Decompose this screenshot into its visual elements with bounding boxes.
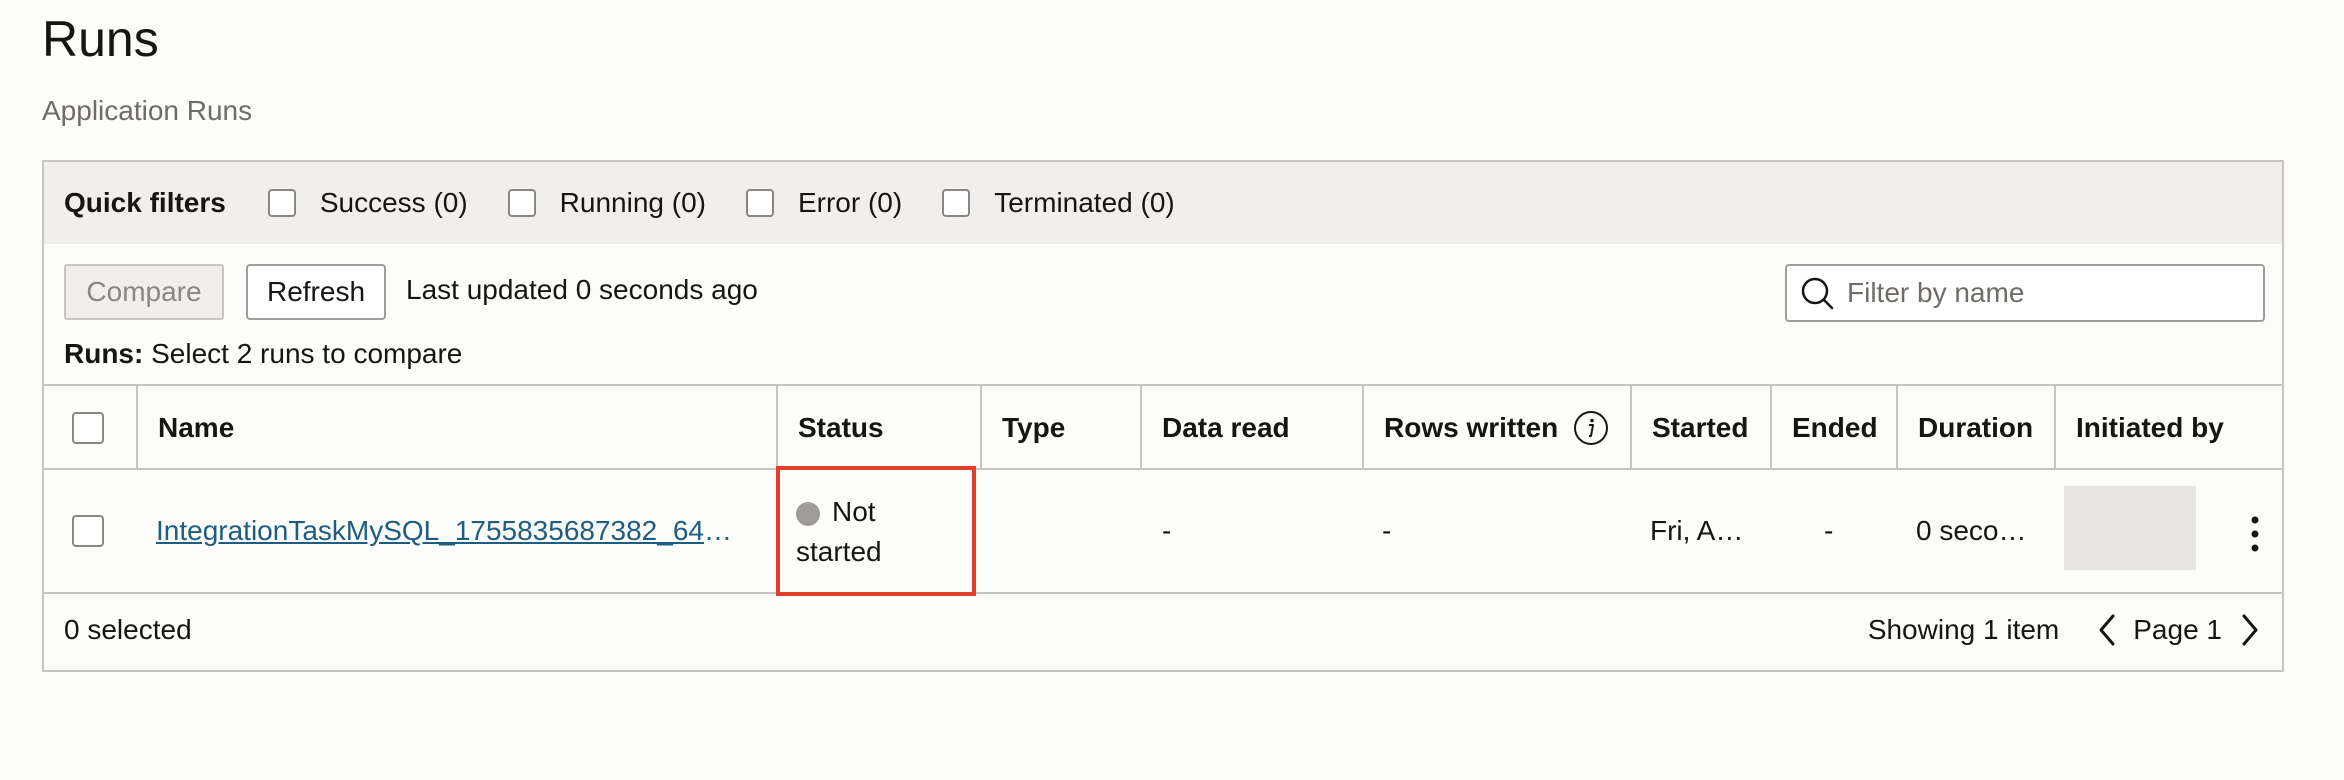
column-header-ended-label: Ended [1792, 412, 1878, 443]
runs-panel: Quick filters Success (0) Running (0) Er… [42, 160, 2284, 672]
pagination: Showing 1 item Page 1 [1868, 608, 2262, 652]
column-header-status[interactable]: Status [776, 386, 980, 470]
refresh-button[interactable]: Refresh [246, 264, 386, 320]
page-indicator: Page 1 [2133, 614, 2222, 645]
showing-count: Showing 1 item [1867, 614, 2060, 645]
quick-filters-bar: Quick filters Success (0) Running (0) Er… [44, 162, 2282, 244]
rows-written-cell: - [1382, 515, 1392, 546]
data-read-cell: - [1162, 515, 1172, 546]
quick-filters-label: Quick filters [64, 187, 226, 218]
column-header-rows-written-label: Rows written [1384, 412, 1559, 443]
duration-cell: 0 seco… [1916, 515, 2027, 546]
column-header-initiated-by-label: Initiated by [2076, 412, 2224, 443]
column-header-type[interactable]: Type [980, 386, 1140, 470]
ended-cell: - [1824, 515, 1834, 546]
selected-count: 0 selected [64, 614, 192, 645]
column-header-name[interactable]: Name [136, 386, 776, 470]
search-box[interactable] [1785, 264, 2265, 322]
filter-success[interactable]: Success (0) [267, 187, 468, 219]
runs-hint-text: Select 2 runs to compare [151, 338, 463, 369]
status-highlight-box [776, 466, 976, 596]
column-header-rows-written[interactable]: Rows written [1362, 386, 1630, 470]
chevron-left-icon[interactable] [2095, 612, 2119, 648]
initiated-by-avatar [2064, 486, 2196, 570]
filter-running-checkbox[interactable] [507, 189, 536, 217]
filter-terminated-label: Terminated (0) [994, 187, 1175, 218]
compare-button[interactable]: Compare [64, 264, 224, 320]
column-header-duration[interactable]: Duration [1896, 386, 2054, 470]
filter-success-checkbox[interactable] [267, 189, 296, 217]
column-header-data-read-label: Data read [1162, 412, 1290, 443]
select-all-cell [44, 386, 136, 470]
select-all-checkbox[interactable] [72, 412, 104, 444]
started-cell: Fri, A… [1650, 515, 1744, 546]
filter-running[interactable]: Running (0) [507, 187, 706, 219]
column-header-status-label: Status [798, 412, 884, 443]
chevron-right-icon[interactable] [2238, 612, 2262, 648]
page-subtitle: Application Runs [42, 95, 253, 126]
filter-terminated-checkbox[interactable] [942, 189, 971, 217]
column-header-name-label: Name [158, 412, 235, 443]
run-name-link[interactable]: IntegrationTaskMySQL_1755835687382_647… [156, 515, 746, 547]
filter-error[interactable]: Error (0) [745, 187, 903, 219]
table-row: IntegrationTaskMySQL_1755835687382_647… … [44, 466, 2282, 596]
more-vertical-icon[interactable] [2248, 514, 2262, 554]
runs-compare-hint: Runs: Select 2 runs to compare [64, 338, 462, 370]
filter-running-label: Running (0) [559, 187, 706, 218]
runs-hint-prefix: Runs: [64, 338, 144, 369]
filter-error-checkbox[interactable] [745, 189, 774, 217]
table-header: Name Status Type Data read Rows written … [44, 384, 2282, 470]
column-header-started[interactable]: Started [1630, 386, 1770, 470]
column-header-duration-label: Duration [1918, 412, 2034, 443]
last-updated-text: Last updated 0 seconds ago [406, 274, 758, 305]
page-title: Runs [42, 11, 159, 67]
search-input[interactable] [1845, 276, 2249, 310]
name-cell: IntegrationTaskMySQL_1755835687382_647… [156, 470, 746, 592]
column-header-data-read[interactable]: Data read [1140, 386, 1362, 470]
info-icon[interactable] [1572, 409, 1610, 447]
filter-error-label: Error (0) [797, 187, 903, 218]
column-header-ended[interactable]: Ended [1770, 386, 1896, 470]
column-header-type-label: Type [1002, 412, 1066, 443]
filter-success-label: Success (0) [319, 187, 468, 218]
filter-terminated[interactable]: Terminated (0) [942, 187, 1175, 219]
row-select-checkbox[interactable] [72, 515, 104, 547]
column-header-initiated-by[interactable]: Initiated by [2054, 386, 2284, 470]
column-header-started-label: Started [1652, 412, 1749, 443]
search-icon [1801, 277, 1834, 310]
row-select-cell [72, 470, 104, 592]
